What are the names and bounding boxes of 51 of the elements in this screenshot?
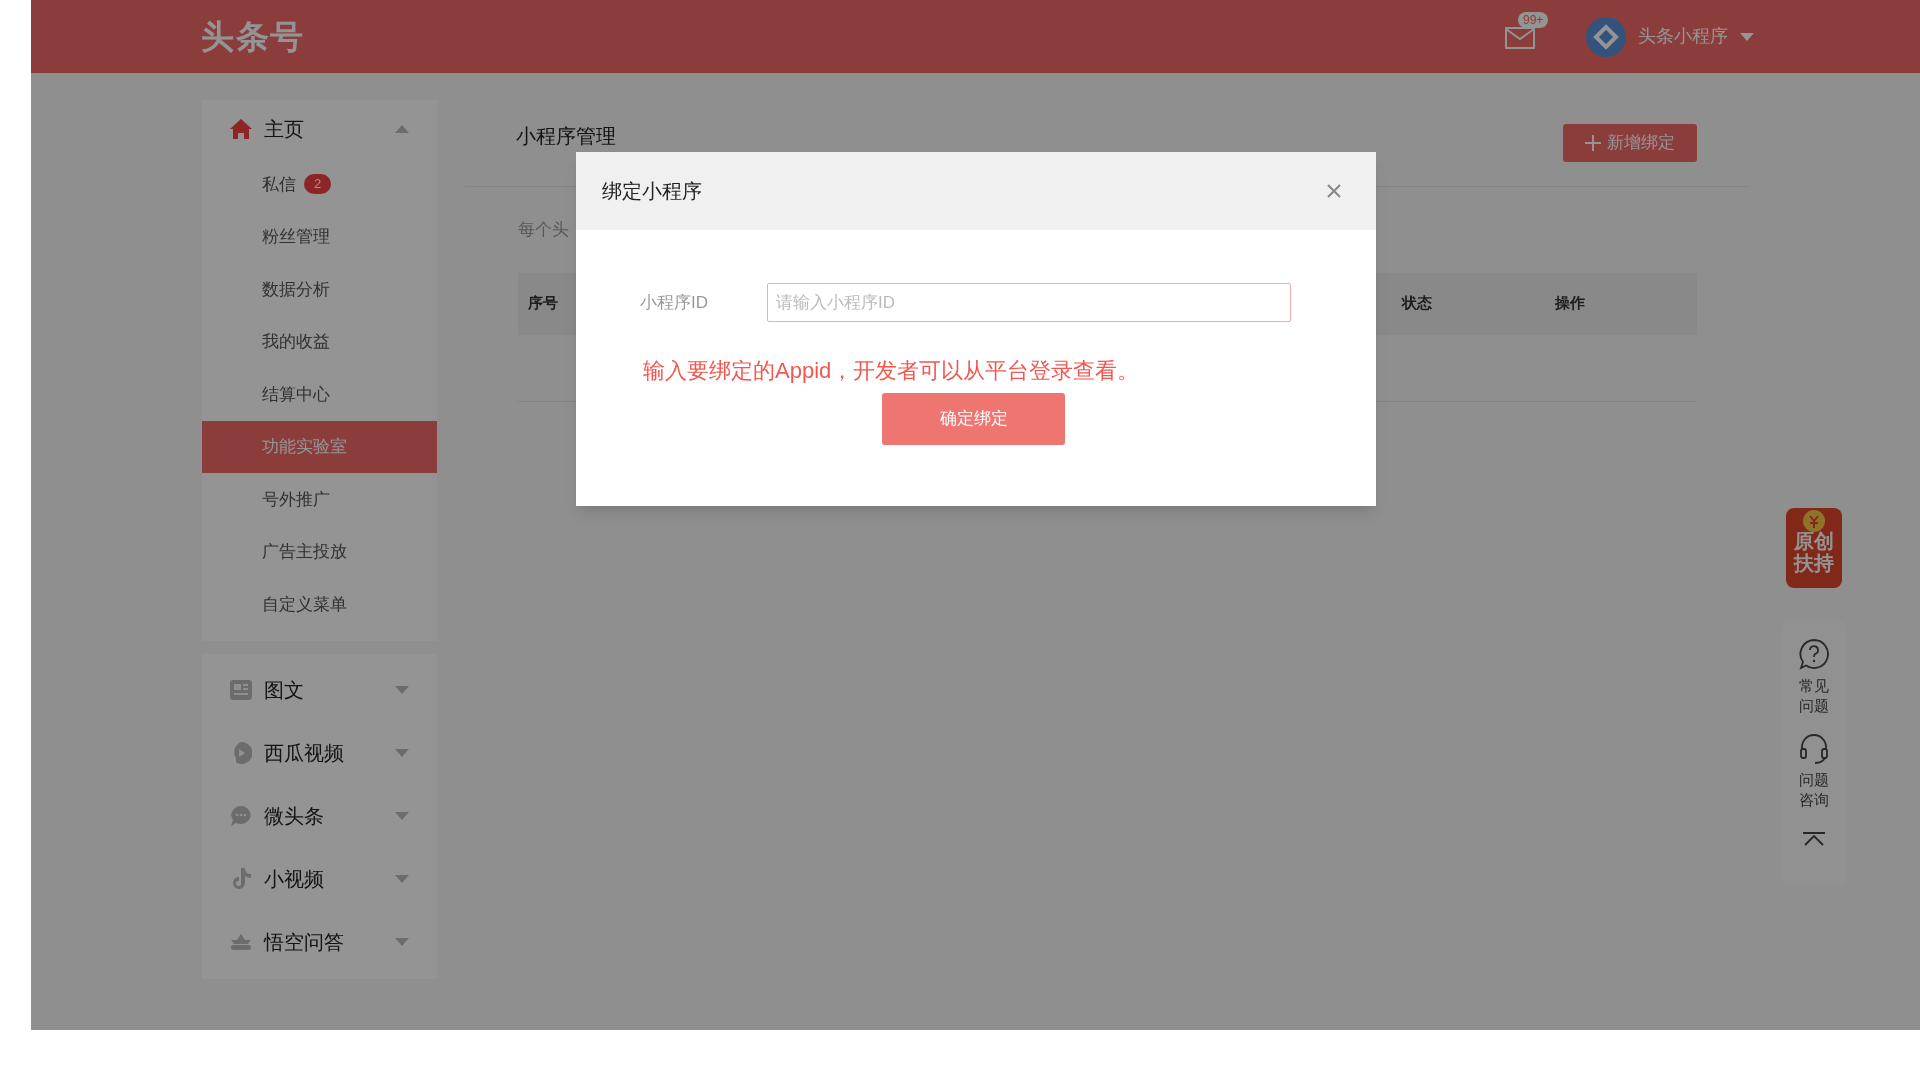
nav-item[interactable]: 功能实验室 [202, 420, 437, 473]
nav-item[interactable]: 私信 2 [202, 158, 437, 211]
nav-group-item[interactable]: 主页 [264, 114, 395, 144]
promo-text: 原创 扶持 [1794, 530, 1834, 574]
input-field[interactable]: 请输入小程序ID [767, 283, 1291, 322]
count-badge: 2 [304, 174, 332, 195]
nav-item[interactable]: 粉丝管理 [202, 210, 437, 263]
tool-link[interactable]: 问题咨询 [1798, 770, 1830, 810]
headset-icon[interactable] [1798, 732, 1830, 764]
plus-icon [1585, 135, 1601, 151]
promo-badge[interactable]: 原创 扶持 [1786, 508, 1842, 588]
music-note-icon [231, 868, 251, 890]
logo[interactable]: 头条号 [201, 11, 305, 62]
nav-item[interactable]: 号外推广 [202, 473, 437, 526]
hint-text: 输入要绑定的Appid，开发者可以从平台登录查看。 [642, 357, 1141, 385]
chat-icon [230, 805, 252, 827]
user-name[interactable]: 头条小程序 [1638, 23, 1728, 50]
field-label: 小程序ID [640, 291, 709, 314]
help-icon[interactable] [1798, 638, 1830, 670]
close-icon[interactable] [1326, 183, 1342, 199]
tool-link[interactable]: 常见问题 [1798, 676, 1830, 716]
column-header: 状态 [1402, 293, 1432, 314]
confirm-button[interactable]: 确定绑定 [882, 393, 1065, 445]
column-header: 序号 [528, 293, 558, 314]
caret-icon[interactable] [1740, 32, 1754, 41]
nav-group-item[interactable]: 小视频 [264, 864, 395, 894]
nav-item[interactable]: 我的收益 [202, 315, 437, 368]
column-header: 操作 [1555, 293, 1585, 314]
expand-caret-icon[interactable] [395, 749, 409, 757]
nav-item[interactable]: 广告主投放 [202, 525, 437, 578]
cloud-icon [230, 932, 252, 952]
notification-badge: 99+ [1518, 11, 1549, 28]
page-title: 小程序管理 [516, 124, 616, 149]
avatar[interactable] [1586, 16, 1626, 57]
nav-item[interactable]: 自定义菜单 [202, 578, 437, 631]
nav-item[interactable]: 数据分析 [202, 263, 437, 316]
expand-caret-icon[interactable] [395, 938, 409, 946]
nav-item[interactable]: 结算中心 [202, 368, 437, 421]
nav-group-item[interactable]: 图文 [264, 675, 395, 705]
expand-caret-icon[interactable] [395, 812, 409, 820]
home-icon [230, 119, 252, 139]
nav-group-item[interactable]: 西瓜视频 [264, 738, 395, 768]
nav-group-item[interactable]: 微头条 [264, 801, 395, 831]
collapse-caret-icon[interactable] [395, 125, 409, 133]
add-binding-button[interactable]: 新增绑定 [1563, 124, 1697, 162]
dialog-title: 绑定小程序 [602, 179, 702, 204]
back-to-top-icon[interactable] [1803, 832, 1825, 846]
expand-caret-icon[interactable] [395, 875, 409, 883]
nav-group-item[interactable]: 悟空问答 [264, 927, 395, 957]
article-icon [230, 680, 252, 700]
expand-caret-icon[interactable] [395, 686, 409, 694]
